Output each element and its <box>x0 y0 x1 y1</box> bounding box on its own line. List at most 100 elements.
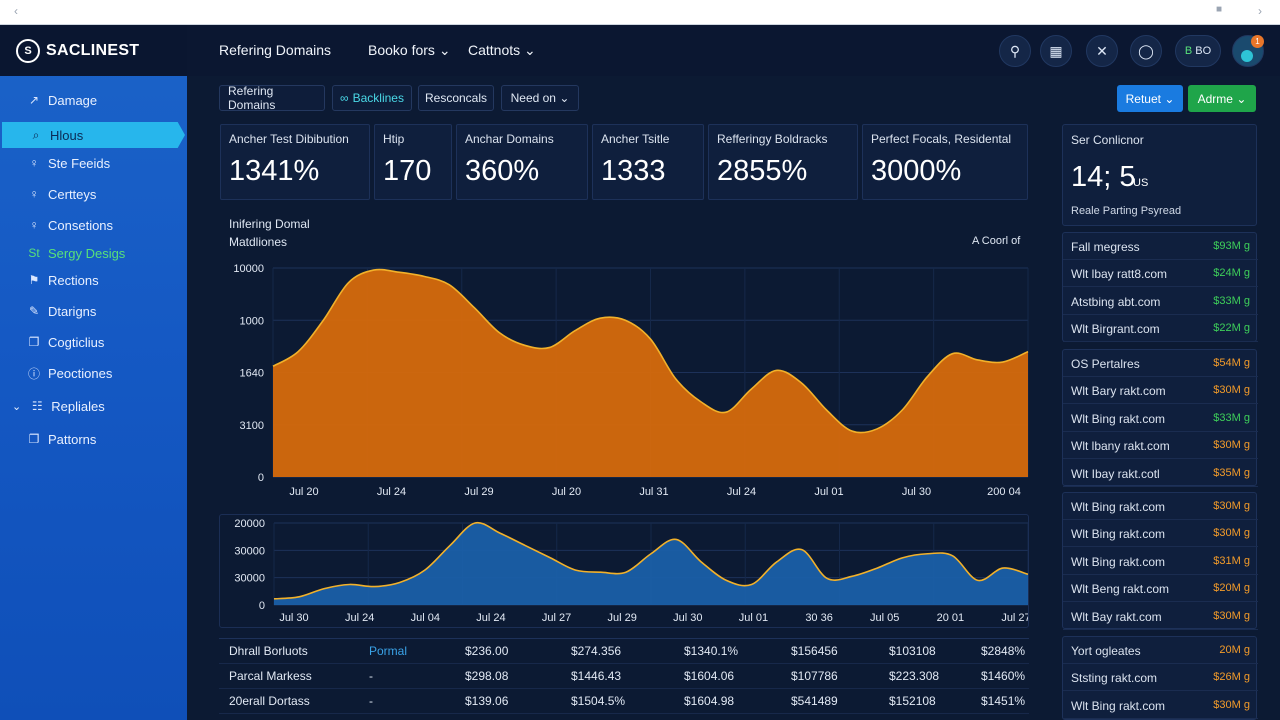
list-item-name: Ststing rakt.com <box>1071 671 1158 686</box>
table-row[interactable]: Parcal Markess - $298.08 $1446.43 $1604.06 $1… <box>219 664 1029 689</box>
x-tick-label: Jul 27 <box>542 612 571 624</box>
table-row[interactable]: 20erall Dortass - $139.06 $1504.5% $1604.98 $… <box>219 689 1029 714</box>
badge-label: B <box>1184 45 1193 57</box>
search-icon: ⌕ <box>32 127 40 142</box>
metric-card[interactable]: Perfect Focals, Residental 3000% <box>862 124 1028 200</box>
filter-chip-backlinks[interactable]: ∞ Backlines <box>332 85 412 111</box>
table-cell-type: - <box>369 669 373 683</box>
sidebar-item-5[interactable]: St Sergy Desigs <box>0 240 187 266</box>
topnav-referring-domains[interactable]: Refering Domains <box>219 42 331 58</box>
metric-label: Refferingy Boldracks <box>717 132 828 146</box>
metric-label: Perfect Focals, Residental <box>871 132 1012 146</box>
grid-icon[interactable]: ▦ <box>1040 35 1072 67</box>
chevron-down-icon: ⌄ <box>524 42 536 58</box>
list-item-value: $35M g <box>1213 466 1250 479</box>
list-item[interactable]: Yort ogleates 20M g <box>1063 637 1258 664</box>
sidebar-item-6[interactable]: ⚑ Rections <box>0 267 187 293</box>
action-button[interactable]: Adrme ⌄ <box>1188 85 1256 112</box>
table-cell: $1446.43 <box>571 669 622 683</box>
metric-card[interactable]: Refferingy Boldracks 2855% <box>708 124 858 200</box>
back-icon[interactable]: ‹ <box>14 4 18 18</box>
list-item-value: $22M g <box>1213 322 1250 335</box>
badge-icon[interactable]: B BO <box>1175 35 1221 67</box>
x-tick-label: Jul 27 <box>1001 612 1028 624</box>
table-cell: $1340.1% <box>684 644 739 658</box>
sidebar-item-label: Repliales <box>51 398 105 414</box>
list-item[interactable]: Wlt Bing rakt.com $30M g <box>1063 692 1258 719</box>
sidebar-item-8[interactable]: ❐ Cogticlius <box>0 329 187 355</box>
metric-value: 1341% <box>229 155 320 187</box>
table-cell: $1604.06 <box>684 669 735 683</box>
table-row[interactable]: Dhrall Borluots Pormal $236.00 $274.356 $134… <box>219 639 1029 664</box>
table-cell-name: Dhrall Borluots <box>229 644 308 658</box>
x-tick-label: Jul 20 <box>289 486 318 498</box>
sidebar-item-1[interactable]: ⌕ Hlous <box>2 122 185 148</box>
list-item-name: OS Pertalres <box>1071 357 1140 371</box>
metric-label: Ancher Test Dibibution <box>229 132 349 146</box>
list-item[interactable]: Wlt Bing rakt.com $33M g <box>1063 405 1258 432</box>
forward-icon[interactable]: › <box>1258 4 1262 18</box>
metric-card[interactable]: Anchar Domains 360% <box>456 124 588 200</box>
metric-card[interactable]: Ancher Tsitle 1333 <box>592 124 704 200</box>
table-cell: $139.06 <box>465 694 509 708</box>
metric-card[interactable]: Htip 170 <box>374 124 452 200</box>
list-item-name: Wlt Bary rakt.com <box>1071 384 1166 399</box>
table-cell: $1451% <box>981 694 1026 708</box>
list-item-value: $24M g <box>1213 267 1250 280</box>
reset-button[interactable]: Retuet ⌄ <box>1117 85 1183 112</box>
list-item[interactable]: Wlt Bing rakt.com $31M g <box>1063 548 1258 575</box>
sidebar-item-10[interactable]: ⌄ ☷ Repliales <box>0 393 187 419</box>
sidebar-item-11[interactable]: ❐ Pattorns <box>0 426 187 452</box>
link-icon: ∞ <box>340 91 349 105</box>
list-item[interactable]: Wlt Bary rakt.com $30M g <box>1063 377 1258 405</box>
table-cell-type: Pormal <box>369 644 408 658</box>
list-item-name: Wlt Bing rakt.com <box>1071 500 1166 514</box>
top-bar: Refering Domains Booko fors ⌄ Cattnots ⌄… <box>187 25 1280 76</box>
sidebar-item-3[interactable]: ♀ Certteys <box>0 181 187 207</box>
list-item[interactable]: Atstbing abt.com $33M g <box>1063 288 1258 315</box>
list-item-name: Yort ogleates <box>1071 644 1141 658</box>
brand[interactable]: S SACLINEST <box>0 25 187 76</box>
list-item[interactable]: Wlt Bing rakt.com $30M g <box>1063 520 1258 548</box>
globe-icon[interactable]: ◯ <box>1130 35 1162 67</box>
filter-chip-referring-domains[interactable]: Refering Domains <box>219 84 325 112</box>
list-item-value: $20M g <box>1213 582 1250 595</box>
info-icon: ⓘ <box>27 366 40 381</box>
sidebar-item-7[interactable]: ✎ Dtarigns <box>0 298 187 324</box>
search-icon[interactable]: ⚲ <box>999 35 1031 67</box>
sidebar-item-9[interactable]: ⓘ Peoctiones <box>0 360 187 386</box>
filter-chip-need-on[interactable]: Need on ⌄ <box>501 85 579 111</box>
list-item[interactable]: Wlt Ibay rakt.cotl $35M g <box>1063 460 1258 487</box>
filter-chip-resconcals[interactable]: Resconcals <box>418 85 494 111</box>
list-item-name: Wlt Bay rakt.com <box>1071 609 1162 624</box>
list-item[interactable]: Ststing rakt.com $26M g <box>1063 664 1258 692</box>
list-item[interactable]: Wlt Beng rakt.com $20M g <box>1063 575 1258 603</box>
list-item[interactable]: Fall megress $93M g <box>1063 233 1258 260</box>
list-item[interactable]: OS Pertalres $54M g <box>1063 350 1258 377</box>
sidebar-item-label: Pattorns <box>48 431 97 447</box>
topnav-bookmarks[interactable]: Booko fors ⌄ <box>368 42 451 59</box>
list-item[interactable]: Wlt Bing rakt.com $30M g <box>1063 493 1258 520</box>
list-item[interactable]: Wlt Birgrant.com $22M g <box>1063 315 1258 343</box>
list-item[interactable]: Wlt Bay rakt.com $30M g <box>1063 603 1258 630</box>
y-tick-label: 1640 <box>240 368 264 380</box>
x-tick-label: Jul 01 <box>814 486 843 498</box>
list-item[interactable]: Wlt lbany rakt.com $30M g <box>1063 432 1258 460</box>
sidebar-item-label: Hlous <box>50 127 84 143</box>
sidebar-item-label: Damage <box>48 92 98 108</box>
metric-card[interactable]: Ancher Test Dibibution 1341% <box>220 124 370 200</box>
sidebar-item-label: Sergy Desigs <box>48 245 126 261</box>
menu-icon[interactable]: ■ <box>1216 4 1222 15</box>
topnav-contacts[interactable]: Cattnots ⌄ <box>468 42 536 59</box>
list-item-value: $33M g <box>1213 294 1250 307</box>
sidebar-item-0[interactable]: ↗ Damage <box>0 87 187 113</box>
list-item-name: Wlt Birgrant.com <box>1071 322 1160 337</box>
list-item[interactable]: Wlt lbay ratt8.com $24M g <box>1063 260 1258 288</box>
y-tick-label: 1000 <box>240 315 264 327</box>
list-item-name: Wlt Bing rakt.com <box>1071 554 1166 569</box>
avatar[interactable]: 1 <box>1232 35 1264 67</box>
x-tick-label: Jul 31 <box>639 486 668 498</box>
tools-icon[interactable]: ✕ <box>1086 35 1118 67</box>
sidebar-item-2[interactable]: ♀ Ste Feeids <box>0 150 187 176</box>
sidebar-item-4[interactable]: ♀ Consetions <box>0 212 187 238</box>
